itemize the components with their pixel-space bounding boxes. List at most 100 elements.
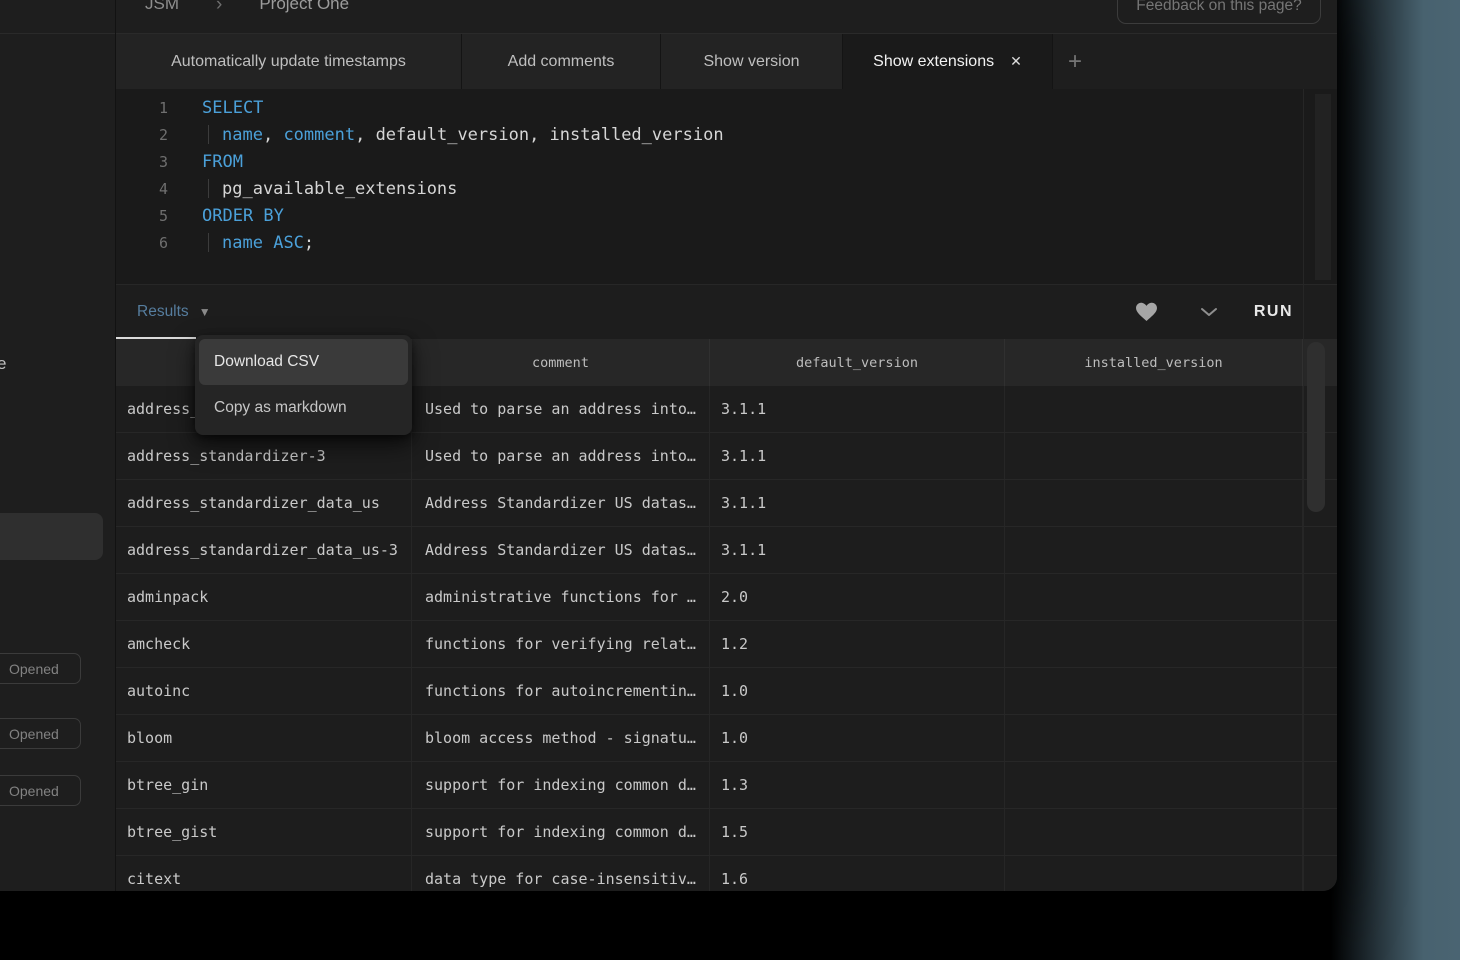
sql-editor[interactable]: 1 SELECT 2 name, comment, default_version, … (116, 89, 1337, 284)
cell-comment[interactable]: Used to parse an address into… (412, 386, 710, 432)
breadcrumb-project[interactable]: Project One (259, 0, 349, 14)
column-header-installed-version[interactable]: installed_version (1005, 339, 1303, 386)
opened-badge[interactable]: Opened (0, 653, 81, 684)
editor-scrollbar[interactable] (1315, 94, 1331, 280)
table-row[interactable]: bloom bloom access method - signatu… 1.0 (116, 715, 1337, 762)
cell-installed_version[interactable] (1005, 621, 1303, 667)
cell-name[interactable]: adminpack (116, 574, 412, 620)
cell-default_version[interactable]: 3.1.1 (710, 527, 1005, 573)
cell-comment[interactable]: support for indexing common d… (412, 762, 710, 808)
opened-badge[interactable]: Opened (0, 775, 81, 806)
cell-name[interactable]: address_standardizer_data_us-3 (116, 527, 412, 573)
add-tab-button[interactable]: + (1053, 34, 1097, 89)
code-segment: name (222, 232, 263, 253)
tab-show-extensions[interactable]: Show extensions ✕ (843, 34, 1053, 89)
tab-label: Automatically update timestamps (171, 52, 406, 70)
line-number: 3 (158, 152, 168, 171)
cell-name[interactable]: address_standardizer-3 (116, 433, 412, 479)
results-dropdown-button[interactable]: Results ▼ (137, 285, 211, 339)
code-segment: comment (283, 124, 356, 145)
run-button[interactable]: RUN (1254, 303, 1293, 321)
line-number: 5 (158, 206, 168, 225)
cell-comment[interactable]: Used to parse an address into… (412, 433, 710, 479)
results-toolbar: Results ▼ RUN (116, 284, 1337, 339)
table-row[interactable]: autoinc functions for autoincrementin… 1.0 (116, 668, 1337, 715)
close-tab-icon[interactable]: ✕ (1010, 53, 1022, 70)
table-row[interactable]: btree_gin support for indexing common d… 1… (116, 762, 1337, 809)
cell-comment[interactable]: functions for autoincrementin… (412, 668, 710, 714)
cell-comment[interactable]: support for indexing common d… (412, 809, 710, 855)
tab-label: Show version (703, 52, 800, 70)
cell-name[interactable]: btree_gin (116, 762, 412, 808)
table-row[interactable]: btree_gist support for indexing common d…… (116, 809, 1337, 856)
cell-name[interactable]: btree_gist (116, 809, 412, 855)
run-options-button[interactable] (1200, 307, 1218, 317)
menu-item-download-csv[interactable]: Download CSV (199, 339, 408, 385)
table-row[interactable]: adminpack administrative functions for … 2… (116, 574, 1337, 621)
table-row[interactable]: citext data type for case-insensitiv… 1.6 (116, 856, 1337, 891)
page-backdrop (1330, 0, 1460, 960)
tab-automatically-update-timestamps[interactable]: Automatically update timestamps (116, 34, 462, 89)
indent-guide (208, 179, 209, 198)
grid-scrollbar-thumb[interactable] (1307, 342, 1325, 512)
cell-default_version[interactable]: 3.1.1 (710, 480, 1005, 526)
column-header-comment[interactable]: comment (412, 339, 710, 386)
sidebar-highlighted-item[interactable] (0, 513, 103, 560)
indent-guide (208, 125, 209, 144)
cell-default_version[interactable]: 1.0 (710, 668, 1005, 714)
cell-comment[interactable]: bloom access method - signatu… (412, 715, 710, 761)
cell-installed_version[interactable] (1005, 668, 1303, 714)
cell-installed_version[interactable] (1005, 574, 1303, 620)
cell-default_version[interactable]: 1.2 (710, 621, 1005, 667)
cell-name[interactable]: amcheck (116, 621, 412, 667)
indent-guide (208, 233, 209, 252)
column-header-default-version[interactable]: default_version (710, 339, 1005, 386)
tab-show-version[interactable]: Show version (661, 34, 843, 89)
tab-add-comments[interactable]: Add comments (462, 34, 661, 89)
heart-icon (1135, 302, 1157, 322)
table-row[interactable]: address_standardizer-3 Used to parse an a… (116, 433, 1337, 480)
chevron-down-icon (1200, 308, 1217, 316)
cell-comment[interactable]: Address Standardizer US datas… (412, 527, 710, 573)
cell-installed_version[interactable] (1005, 762, 1303, 808)
code-segment: ; (303, 232, 315, 253)
feedback-button[interactable]: Feedback on this page? (1117, 0, 1321, 24)
cell-default_version[interactable]: 1.5 (710, 809, 1005, 855)
sidebar-partial-text: e (0, 354, 7, 373)
cell-comment[interactable]: data type for case-insensitiv… (412, 856, 710, 891)
editor-line: 1 SELECT (116, 94, 1337, 121)
cell-default_version[interactable]: 1.0 (710, 715, 1005, 761)
feedback-button-label: Feedback on this page? (1136, 0, 1302, 14)
cell-installed_version[interactable] (1005, 715, 1303, 761)
opened-badge[interactable]: Opened (0, 718, 81, 749)
cell-default_version[interactable]: 2.0 (710, 574, 1005, 620)
cell-installed_version[interactable] (1005, 433, 1303, 479)
results-grid-body: address_standardizerUsed to parse an add… (116, 386, 1337, 891)
cell-name[interactable]: citext (116, 856, 412, 891)
cell-installed_version[interactable] (1005, 386, 1303, 432)
menu-item-copy-as-markdown[interactable]: Copy as markdown (199, 385, 408, 431)
cell-name[interactable]: address_standardizer_data_us (116, 480, 412, 526)
cell-installed_version[interactable] (1005, 480, 1303, 526)
cell-installed_version[interactable] (1005, 809, 1303, 855)
cell-default_version[interactable]: 1.6 (710, 856, 1005, 891)
cell-default_version[interactable]: 3.1.1 (710, 433, 1005, 479)
cell-default_version[interactable]: 1.3 (710, 762, 1005, 808)
breadcrumb-org[interactable]: JSM (145, 0, 179, 14)
cell-default_version[interactable]: 3.1.1 (710, 386, 1005, 432)
cell-comment[interactable]: administrative functions for … (412, 574, 710, 620)
favorite-button[interactable] (1135, 302, 1158, 322)
toolbar-actions: RUN (1135, 285, 1293, 339)
editor-line: 5 ORDER BY (116, 202, 1337, 229)
line-number: 6 (158, 233, 168, 252)
cell-comment[interactable]: functions for verifying relat… (412, 621, 710, 667)
cell-name[interactable]: bloom (116, 715, 412, 761)
cell-name[interactable]: autoinc (116, 668, 412, 714)
cell-installed_version[interactable] (1005, 856, 1303, 891)
cell-installed_version[interactable] (1005, 527, 1303, 573)
table-row[interactable]: address_standardizer_data_us-3 Address St… (116, 527, 1337, 574)
cell-comment[interactable]: Address Standardizer US datas… (412, 480, 710, 526)
sidebar: e Opened Opened Opened (0, 34, 115, 891)
table-row[interactable]: address_standardizer_data_us Address Stan… (116, 480, 1337, 527)
table-row[interactable]: amcheck functions for verifying relat… 1.2 (116, 621, 1337, 668)
